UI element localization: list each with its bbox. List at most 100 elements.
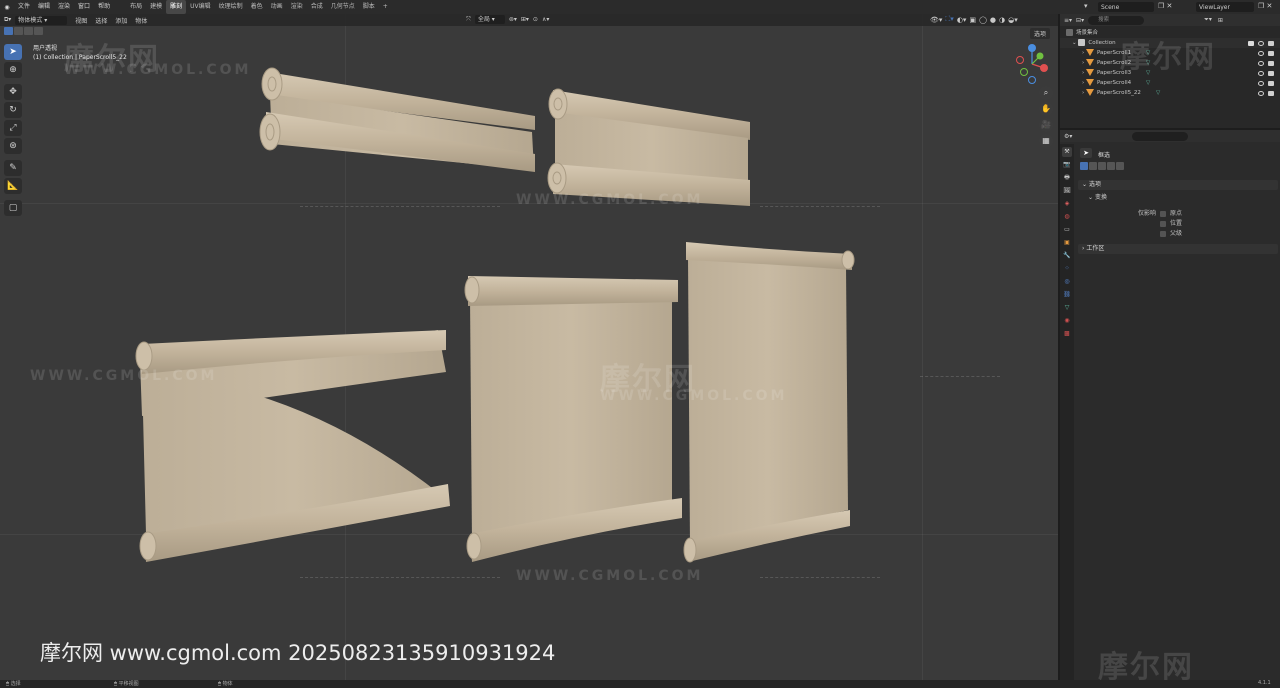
outliner-search-input[interactable]: 搜索: [1088, 15, 1145, 25]
visibility-eye-icon[interactable]: [1258, 81, 1264, 86]
select-box-tool-icon: ➤: [1080, 148, 1092, 158]
new-collection-icon[interactable]: ⊞: [1218, 17, 1223, 24]
outliner-item-paperscroll5[interactable]: › PaperScroll5_22 ▽: [1060, 88, 1280, 98]
mesh-object-icon: [1085, 79, 1094, 86]
workspace-panel-header[interactable]: › 工作区: [1078, 244, 1278, 254]
watermark-logo: 摩尔网: [1120, 40, 1216, 75]
texture-tab-icon[interactable]: ▩: [1062, 329, 1072, 339]
collection-icon: [1078, 39, 1086, 46]
expand-arrow-icon[interactable]: ›: [1082, 90, 1084, 96]
particles-tab-icon[interactable]: ⁘: [1062, 264, 1072, 274]
paper-scroll-2[interactable]: [547, 88, 750, 206]
object-tab-icon[interactable]: ▣: [1062, 238, 1072, 248]
paper-scroll-3[interactable]: [135, 330, 450, 562]
material-tab-icon[interactable]: ◉: [1062, 316, 1072, 326]
menu-render[interactable]: 渲染: [54, 0, 74, 14]
scroll-roll-end: [466, 532, 482, 560]
render-camera-icon[interactable]: [1268, 51, 1274, 56]
paper-scroll-4[interactable]: [464, 276, 682, 562]
scene-field[interactable]: Scene: [1098, 2, 1154, 12]
select-subtract-icon[interactable]: [1098, 162, 1106, 170]
visibility-eye-icon[interactable]: [1258, 91, 1264, 96]
scene-name: Scene: [1101, 3, 1120, 11]
scroll-roll-end: [464, 276, 480, 304]
world-tab-icon[interactable]: ◍: [1062, 212, 1072, 222]
collection-tab-icon[interactable]: ▭: [1062, 225, 1072, 235]
watermark-url: WWW.CGMOL.COM: [30, 368, 218, 384]
expand-arrow-icon[interactable]: ⌄: [1072, 40, 1077, 46]
expand-arrow-icon[interactable]: ›: [1082, 70, 1084, 76]
outliner-item-paperscroll4[interactable]: › PaperScroll4 ▽: [1060, 78, 1280, 88]
display-mode-icon[interactable]: ⊟▾: [1076, 17, 1084, 24]
output-tab-icon[interactable]: 🖶: [1062, 173, 1072, 183]
outliner-editor-icon[interactable]: ≡▾: [1064, 17, 1072, 24]
outliner-panel: ≡▾ ⊟▾ 搜索 ⏷▾ ⊞ 场景集合 ⌄ Collection › PaperS…: [1060, 14, 1280, 128]
tab-layout[interactable]: 布局: [126, 0, 146, 14]
select-new-icon[interactable]: [1080, 162, 1088, 170]
tab-sculpting[interactable]: 雕刻: [166, 0, 187, 14]
visibility-eye-icon[interactable]: [1258, 71, 1264, 76]
tab-geometry-nodes[interactable]: 几何节点: [327, 0, 359, 14]
status-pan: 🖱 平移视图: [114, 681, 139, 687]
scene-tab-icon[interactable]: ◈: [1062, 199, 1072, 209]
select-invert-icon[interactable]: [1107, 162, 1115, 170]
visibility-eye-icon[interactable]: [1258, 51, 1264, 56]
constraints-tab-icon[interactable]: ⛓: [1062, 290, 1072, 300]
render-tab-icon[interactable]: 📷: [1062, 160, 1072, 170]
locations-checkbox[interactable]: 位置: [1160, 218, 1182, 227]
menu-help[interactable]: 帮助: [94, 0, 114, 14]
origins-checkbox[interactable]: 原点: [1160, 208, 1182, 217]
expand-arrow-icon[interactable]: ›: [1082, 60, 1084, 66]
parents-checkbox[interactable]: 父级: [1160, 228, 1182, 237]
visibility-eye-icon[interactable]: [1258, 41, 1264, 46]
3d-viewport[interactable]: ⧉▾ 物体模式 ▾ 视图 选择 添加 物体 ⤧ 全局 ▾ ⊚▾ ⊞▾ ⊙ ∧▾ …: [0, 14, 1058, 680]
menu-edit[interactable]: 编辑: [34, 0, 54, 14]
view-layer-tab-icon[interactable]: 🖼: [1062, 186, 1072, 196]
modifier-tab-icon[interactable]: 🔧: [1062, 251, 1072, 261]
properties-tabs: ⚒ 📷 🖶 🖼 ◈ ◍ ▭ ▣ 🔧 ⁘ ◎ ⛓ ▽ ◉ ▩: [1060, 144, 1074, 680]
select-extend-icon[interactable]: [1089, 162, 1097, 170]
transform-subpanel-header[interactable]: ⌄ 变换: [1088, 192, 1107, 201]
tab-animation[interactable]: 动画: [267, 0, 287, 14]
menu-file[interactable]: 文件: [14, 0, 34, 14]
watermark-dash: [920, 376, 1000, 377]
tab-texture-paint[interactable]: 纹理绘制: [215, 0, 247, 14]
tool-tab-icon[interactable]: ⚒: [1062, 147, 1072, 157]
exclude-checkbox[interactable]: [1248, 41, 1254, 46]
properties-search-input[interactable]: [1132, 131, 1189, 141]
tab-compositing[interactable]: 合成: [307, 0, 327, 14]
filter-icon[interactable]: ⏷▾: [1204, 16, 1212, 24]
physics-tab-icon[interactable]: ◎: [1062, 277, 1072, 287]
expand-arrow-icon[interactable]: ›: [1082, 50, 1084, 56]
blender-logo-icon[interactable]: ◉: [0, 4, 14, 11]
options-panel-header[interactable]: ⌄ 选项: [1078, 180, 1278, 190]
tab-rendering[interactable]: 渲染: [287, 0, 307, 14]
render-camera-icon[interactable]: [1268, 81, 1274, 86]
add-workspace-button[interactable]: +: [379, 0, 392, 14]
properties-panel: ⚙▾ ⚒ 📷 🖶 🖼 ◈ ◍ ▭ ▣ 🔧 ⁘ ◎ ⛓ ▽ ◉ ▩ ➤ 框选 ⌄ …: [1060, 130, 1280, 685]
properties-header: ⚙▾: [1060, 130, 1280, 142]
scroll-roll-end: [259, 113, 281, 151]
scene-icon[interactable]: ▾: [1084, 2, 1096, 12]
tab-modeling[interactable]: 建模: [146, 0, 166, 14]
scene-collection-icon: [1066, 29, 1073, 36]
expand-arrow-icon[interactable]: ›: [1082, 80, 1084, 86]
scene-copy-icon[interactable]: ❐ ✕: [1158, 2, 1178, 12]
mesh-data-icon: ▽: [1156, 90, 1161, 96]
tab-scripting[interactable]: 脚本: [359, 0, 379, 14]
visibility-eye-icon[interactable]: [1258, 61, 1264, 66]
tab-shading[interactable]: 着色: [247, 0, 267, 14]
tab-uv-editing[interactable]: UV编辑: [186, 0, 215, 14]
select-intersect-icon[interactable]: [1116, 162, 1124, 170]
render-camera-icon[interactable]: [1268, 71, 1274, 76]
view-layer-copy-icon[interactable]: ❐ ✕: [1258, 2, 1278, 12]
menu-window[interactable]: 窗口: [74, 0, 94, 14]
render-camera-icon[interactable]: [1268, 41, 1274, 46]
paper-scroll-1[interactable]: [259, 67, 535, 172]
render-camera-icon[interactable]: [1268, 91, 1274, 96]
view-layer-field[interactable]: ViewLayer: [1196, 2, 1254, 12]
properties-editor-icon[interactable]: ⚙▾: [1064, 133, 1072, 140]
watermark-dash: [760, 206, 880, 207]
render-camera-icon[interactable]: [1268, 61, 1274, 66]
data-tab-icon[interactable]: ▽: [1062, 303, 1072, 313]
